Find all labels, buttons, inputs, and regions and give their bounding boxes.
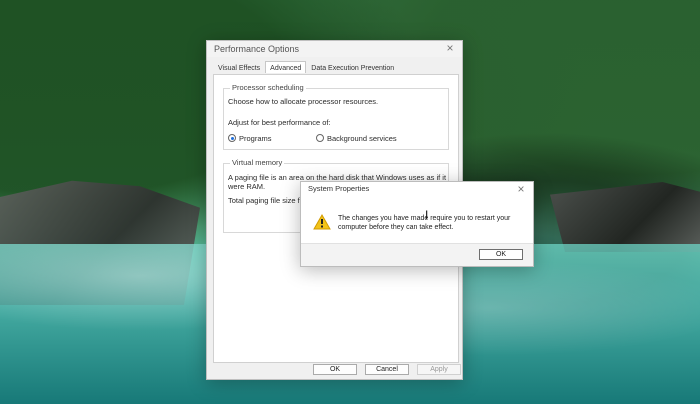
tab-visual-effects[interactable]: Visual Effects	[213, 61, 265, 73]
performance-options-title: Performance Options	[214, 44, 300, 54]
dialog-ok-button[interactable]: OK	[479, 249, 523, 260]
virtual-memory-description-line-2: were RAM.	[228, 182, 266, 191]
system-properties-body: The changes you have made require you to…	[313, 212, 523, 240]
performance-options-buttons: OK Cancel Apply	[313, 364, 461, 375]
background-services-radio-icon[interactable]	[316, 134, 324, 142]
processor-scheduling-title: Processor scheduling	[230, 83, 306, 92]
apply-button[interactable]: Apply	[417, 364, 461, 375]
programs-radio-option[interactable]: Programs	[228, 134, 308, 144]
system-properties-dialog: System Properties × The changes you have…	[300, 181, 534, 267]
performance-tabs: Visual Effects Advanced Data Execution P…	[213, 61, 399, 74]
programs-radio-label: Programs	[239, 134, 272, 143]
ok-button[interactable]: OK	[313, 364, 357, 375]
processor-scheduling-description: Choose how to allocate processor resourc…	[228, 97, 379, 106]
total-paging-file-size-label: Total paging file size fo	[228, 196, 304, 205]
close-icon[interactable]: ×	[515, 183, 527, 195]
background-services-radio-option[interactable]: Background services	[316, 134, 416, 144]
tab-advanced[interactable]: Advanced	[265, 61, 307, 73]
processor-scheduling-group: Processor scheduling Choose how to alloc…	[223, 83, 449, 150]
system-properties-message-line-2: computer before they can take effect.	[338, 224, 454, 231]
desktop: Performance Options × Visual Effects Adv…	[0, 0, 700, 404]
tab-data-execution-prevention[interactable]: Data Execution Prevention	[306, 61, 399, 73]
performance-options-titlebar: Performance Options ×	[207, 41, 462, 57]
close-icon[interactable]: ×	[444, 42, 456, 54]
warning-icon	[313, 214, 331, 230]
cancel-button[interactable]: Cancel	[365, 364, 409, 375]
system-properties-titlebar: System Properties ×	[301, 182, 533, 196]
programs-radio-icon[interactable]	[228, 134, 236, 142]
adjust-performance-label: Adjust for best performance of:	[228, 118, 331, 127]
system-properties-title: System Properties	[308, 184, 370, 193]
background-services-radio-label: Background services	[327, 134, 397, 143]
virtual-memory-title: Virtual memory	[230, 158, 285, 167]
cursor-icon: I	[425, 208, 429, 222]
right-rock-background	[550, 182, 700, 252]
system-properties-footer: OK	[301, 243, 533, 266]
